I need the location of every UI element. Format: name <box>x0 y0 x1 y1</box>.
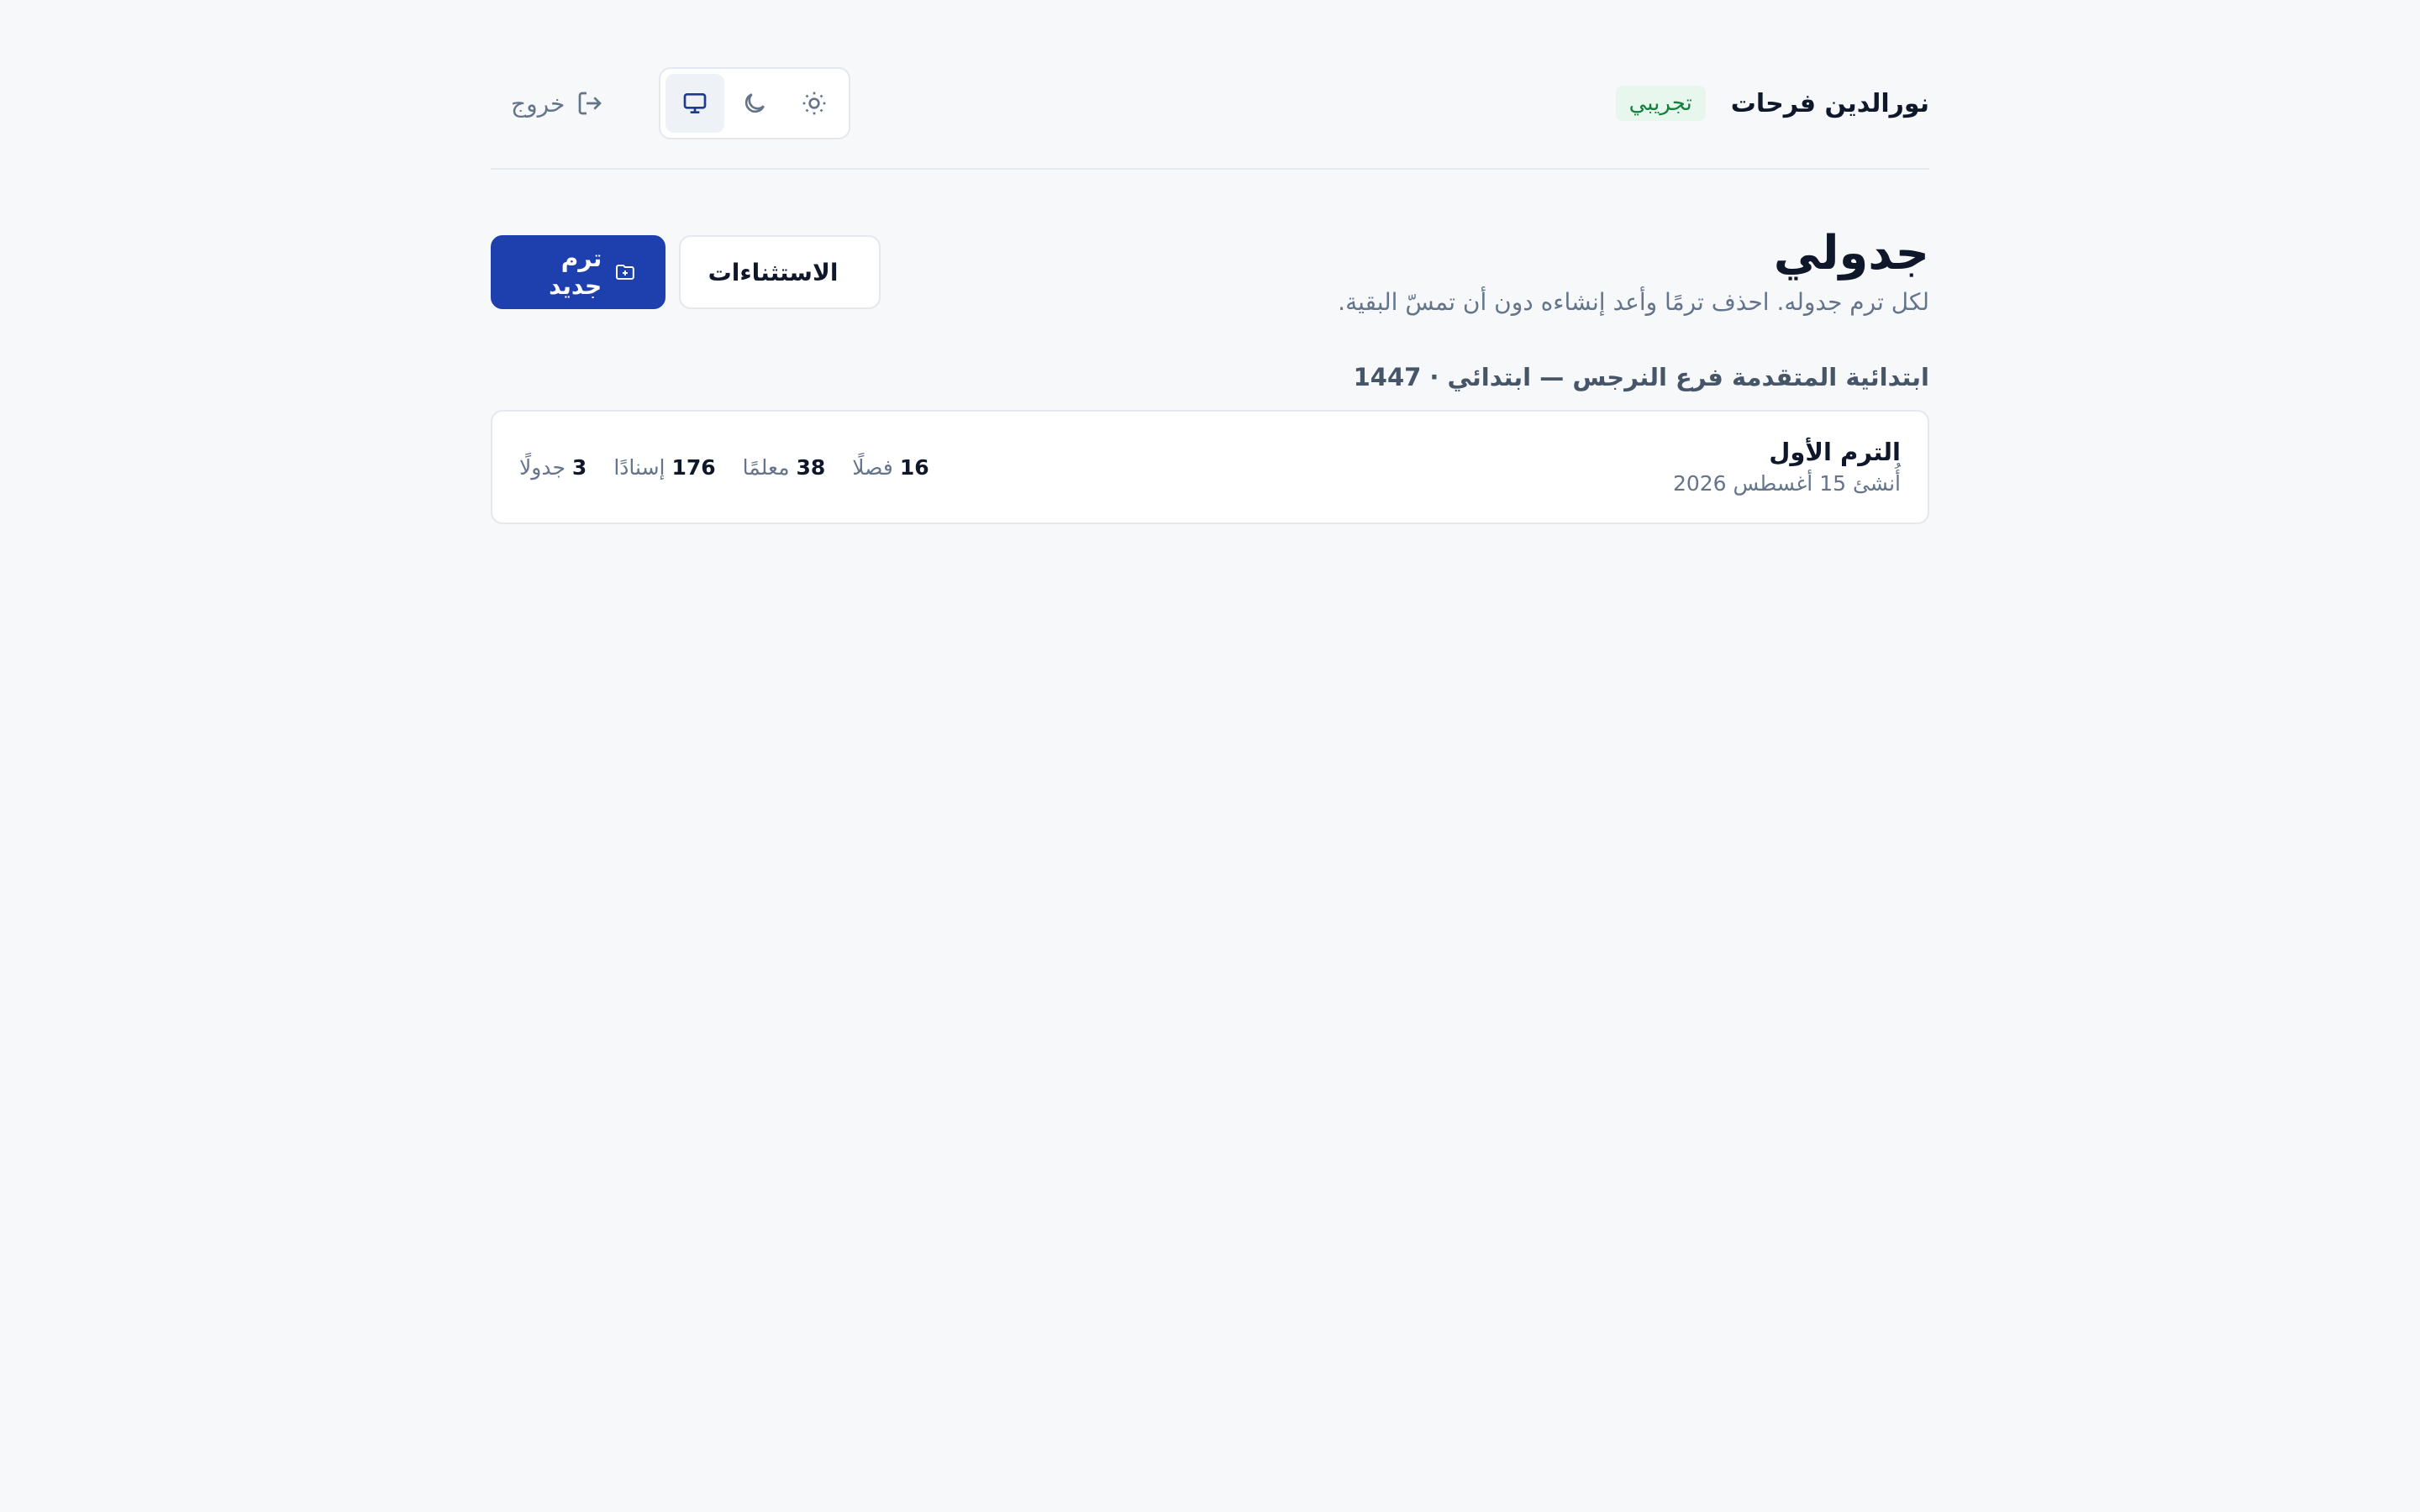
stat-teachers-label: معلمًا <box>742 454 790 480</box>
header-controls: خروج <box>491 67 851 139</box>
stat-classes: 16 فصلًا <box>852 455 929 480</box>
theme-switcher <box>659 67 851 139</box>
sun-icon <box>803 92 826 115</box>
logout-button[interactable]: خروج <box>491 90 623 118</box>
term-created-date: أُنشئ 15 أغسطس 2026 <box>1672 471 1901 496</box>
exceptions-label: الاستثناءات <box>708 258 839 286</box>
user-name: نورالدين فرحات <box>1730 88 1929 118</box>
term-stats: 16 فصلًا 38 معلمًا 176 إسنادًا 3 جدولًا <box>519 455 929 480</box>
page-subtitle: لكل ترم جدوله. احذف ترمًا وأعد إنشاءه دو… <box>1338 288 1929 316</box>
moon-icon <box>745 93 765 113</box>
logout-icon <box>579 92 602 115</box>
header-divider <box>491 168 1929 170</box>
theme-light-button[interactable] <box>785 74 844 133</box>
stat-teachers: 38 معلمًا <box>743 455 826 480</box>
term-info: الترم الأول أُنشئ 15 أغسطس 2026 <box>1673 435 1901 499</box>
stat-assignments-label: إسنادًا <box>613 454 666 480</box>
page-titles: جدولي لكل ترم جدوله. احذف ترمًا وأعد إنش… <box>1338 223 1929 319</box>
exceptions-button[interactable]: الاستثناءات <box>679 235 881 309</box>
page-title: جدولي <box>1773 226 1929 281</box>
new-term-button[interactable]: ترم جديد <box>491 235 666 309</box>
trial-badge: تجريبي <box>1615 86 1706 121</box>
top-bar: نورالدين فرحات تجريبي خروج <box>491 67 1929 139</box>
stat-classes-label: فصلًا <box>852 454 893 480</box>
page-header: جدولي لكل ترم جدوله. احذف ترمًا وأعد إنش… <box>491 215 1929 319</box>
stat-assignments-count: 176 <box>671 454 716 480</box>
stat-teachers-count: 38 <box>796 454 826 480</box>
logout-label: خروج <box>511 89 566 118</box>
folder-plus-icon <box>616 265 635 280</box>
user-info: نورالدين فرحات تجريبي <box>1615 86 1929 121</box>
stat-schedules-label: جدولًا <box>519 454 566 480</box>
stat-classes-count: 16 <box>899 454 929 480</box>
stat-schedules-count: 3 <box>571 454 587 480</box>
new-term-label: ترم جديد <box>549 244 602 300</box>
monitor-icon <box>684 93 707 113</box>
school-group-title: ابتدائية المتقدمة فرع النرجس — ابتدائي ·… <box>1353 363 1929 391</box>
theme-system-button[interactable] <box>666 74 725 133</box>
theme-dark-button[interactable] <box>725 74 784 133</box>
stat-schedules: 3 جدولًا <box>519 455 587 480</box>
term-name: الترم الأول <box>1769 438 1901 466</box>
term-card[interactable]: الترم الأول أُنشئ 15 أغسطس 2026 16 فصلًا… <box>491 410 1929 524</box>
stat-assignments: 176 إسنادًا <box>613 455 715 480</box>
page-actions: الاستثناءات ترم جديد <box>491 235 881 309</box>
